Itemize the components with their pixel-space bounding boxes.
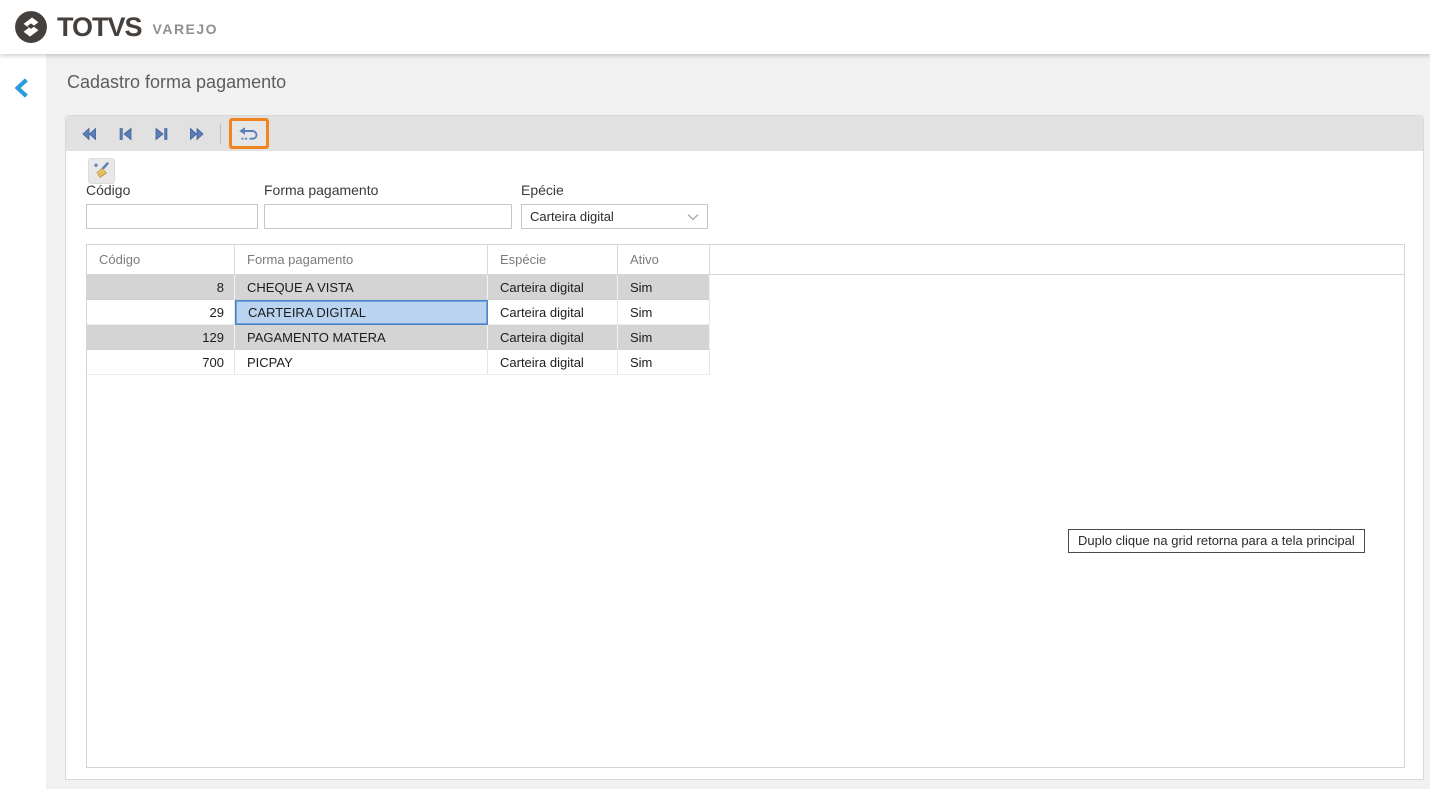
codigo-input[interactable]	[86, 204, 258, 229]
table-row[interactable]: 129PAGAMENTO MATERACarteira digitalSim	[87, 325, 1404, 350]
left-rail	[0, 54, 46, 789]
app-window: TOTVS VAREJO Cadastro forma pagamento	[0, 0, 1430, 789]
column-header-especie[interactable]: Espécie	[488, 245, 618, 274]
table-row[interactable]: 8CHEQUE A VISTACarteira digitalSim	[87, 275, 1404, 300]
filter-field-codigo: Código	[86, 182, 258, 229]
return-arrow-icon	[238, 126, 260, 142]
nav-next-button[interactable]	[146, 120, 176, 148]
cell-especie[interactable]: Carteira digital	[488, 325, 618, 350]
cell-ativo[interactable]: Sim	[618, 350, 710, 375]
return-button[interactable]	[229, 118, 269, 149]
table-row[interactable]: 700PICPAYCarteira digitalSim	[87, 350, 1404, 375]
page-title: Cadastro forma pagamento	[67, 72, 286, 93]
especie-select[interactable]: Carteira digital	[521, 204, 708, 229]
cell-forma-pagamento[interactable]: CHEQUE A VISTA	[235, 275, 488, 300]
nav-first-button[interactable]	[74, 120, 104, 148]
nav-previous-icon	[118, 127, 133, 141]
column-header-ativo[interactable]: Ativo	[618, 245, 710, 274]
column-header-filler	[710, 245, 1404, 274]
forma-pagamento-input[interactable]	[264, 204, 512, 229]
cell-especie[interactable]: Carteira digital	[488, 350, 618, 375]
cell-ativo[interactable]: Sim	[618, 325, 710, 350]
cell-codigo[interactable]: 700	[87, 350, 235, 375]
toolbar-separator	[220, 124, 221, 144]
record-navigation-toolbar	[66, 116, 1423, 151]
especie-label: Epécie	[521, 182, 708, 198]
table-body: 8CHEQUE A VISTACarteira digitalSim29CART…	[87, 275, 1404, 375]
app-header: TOTVS VAREJO	[0, 0, 1430, 54]
column-header-forma-pagamento[interactable]: Forma pagamento	[235, 245, 488, 274]
cell-forma-pagamento[interactable]: PAGAMENTO MATERA	[235, 325, 488, 350]
brand-product: VAREJO	[153, 21, 219, 37]
broom-clear-icon	[93, 162, 111, 180]
nav-last-button[interactable]	[182, 120, 212, 148]
codigo-label: Código	[86, 182, 258, 198]
cell-codigo[interactable]: 129	[87, 325, 235, 350]
especie-selected-value: Carteira digital	[530, 209, 614, 224]
table-header: Código Forma pagamento Espécie Ativo	[87, 245, 1404, 275]
cell-codigo[interactable]: 29	[87, 300, 235, 325]
totvs-logo: TOTVS VAREJO	[14, 10, 218, 44]
content-panel: Código Forma pagamento Epécie Carteira d…	[65, 115, 1424, 780]
cell-codigo[interactable]: 8	[87, 275, 235, 300]
column-header-codigo[interactable]: Código	[87, 245, 235, 274]
forma-pagamento-label: Forma pagamento	[264, 182, 512, 198]
nav-next-icon	[154, 127, 169, 141]
cell-forma-pagamento[interactable]: CARTEIRA DIGITAL	[235, 300, 488, 325]
grid-hint-tooltip: Duplo clique na grid retorna para a tela…	[1068, 529, 1365, 553]
cell-ativo[interactable]: Sim	[618, 275, 710, 300]
payment-methods-table: Código Forma pagamento Espécie Ativo 8CH…	[86, 244, 1405, 768]
chevron-left-icon	[14, 78, 30, 98]
table-row[interactable]: 29CARTEIRA DIGITALCarteira digitalSim	[87, 300, 1404, 325]
panel-content: Código Forma pagamento Epécie Carteira d…	[66, 151, 1423, 779]
nav-first-icon	[81, 127, 97, 141]
clear-filters-button[interactable]	[88, 158, 115, 184]
cell-forma-pagamento[interactable]: PICPAY	[235, 350, 488, 375]
nav-last-icon	[189, 127, 205, 141]
filter-field-especie: Epécie Carteira digital	[521, 182, 708, 229]
cell-especie[interactable]: Carteira digital	[488, 300, 618, 325]
back-button[interactable]	[12, 76, 32, 103]
filter-field-forma-pagamento: Forma pagamento	[264, 182, 512, 229]
cell-ativo[interactable]: Sim	[618, 300, 710, 325]
totvs-logo-icon	[14, 10, 48, 44]
cell-especie[interactable]: Carteira digital	[488, 275, 618, 300]
brand-name: TOTVS	[57, 12, 142, 43]
nav-previous-button[interactable]	[110, 120, 140, 148]
chevron-down-icon	[687, 213, 699, 221]
